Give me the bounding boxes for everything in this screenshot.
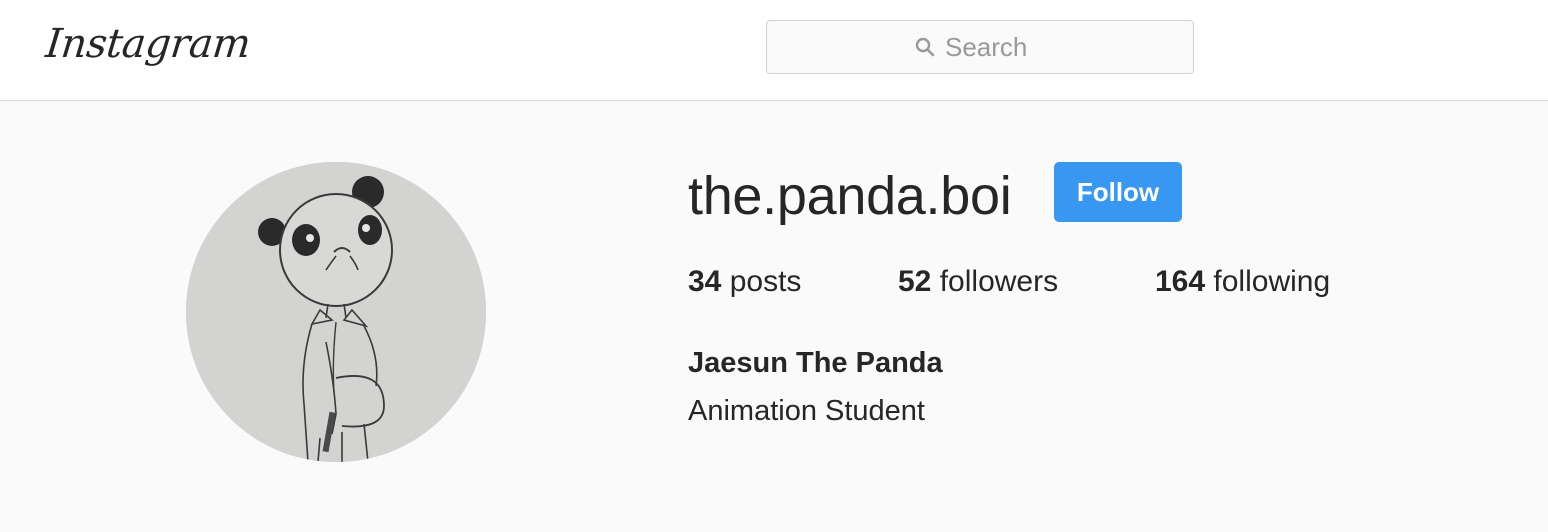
following-count: 164: [1155, 265, 1206, 298]
profile-full-name: Jaesun The Panda: [688, 347, 943, 379]
following-label: following: [1213, 265, 1331, 298]
search-icon: [915, 37, 935, 57]
followers-count: 52: [898, 265, 932, 298]
profile-bio: Animation Student: [688, 395, 925, 427]
profile-username: the.panda.boi: [688, 166, 1012, 226]
search-input[interactable]: [945, 31, 1045, 63]
posts-count: 34: [688, 265, 722, 298]
followers-stat[interactable]: 52 followers: [898, 262, 1058, 302]
instagram-logo[interactable]: Instagram: [43, 16, 253, 72]
following-stat[interactable]: 164 following: [1155, 262, 1330, 302]
posts-stat[interactable]: 34 posts: [688, 262, 801, 302]
follow-button[interactable]: Follow: [1054, 162, 1182, 222]
search-box[interactable]: [766, 20, 1194, 74]
posts-label: posts: [729, 265, 802, 298]
panda-drawing-icon: [186, 162, 486, 462]
profile-avatar[interactable]: [186, 162, 486, 462]
top-navigation-bar: Instagram: [0, 0, 1548, 101]
followers-label: followers: [939, 265, 1059, 298]
